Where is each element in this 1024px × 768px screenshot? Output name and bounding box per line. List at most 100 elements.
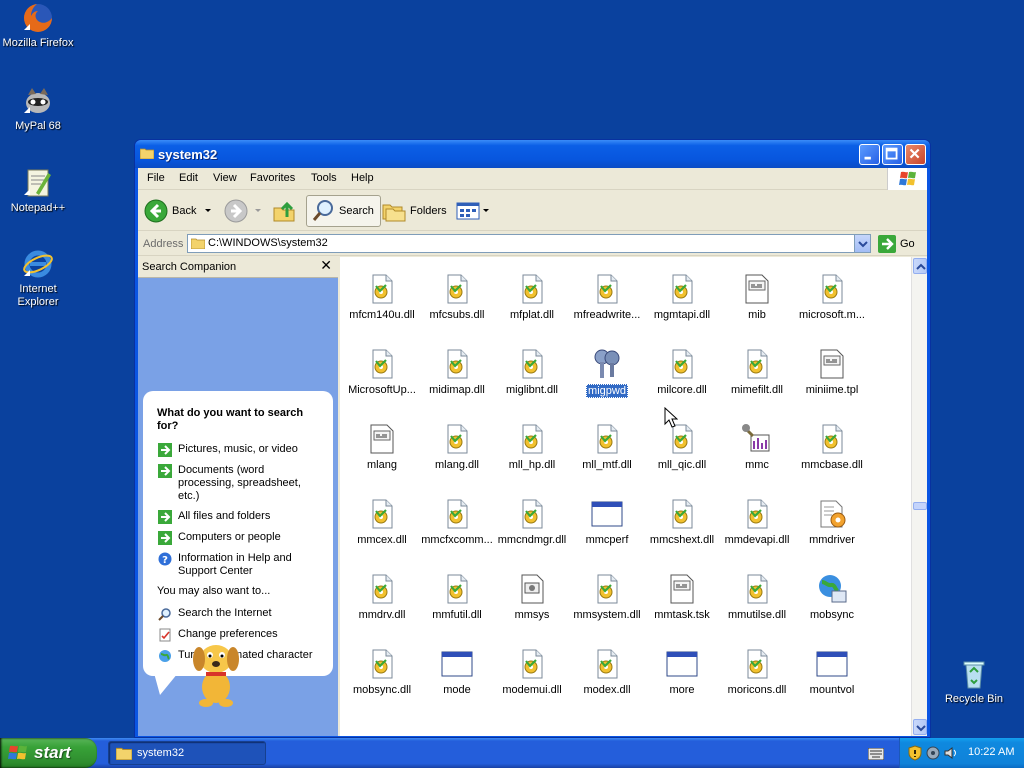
file-item[interactable]: mmcfxcomm... — [420, 498, 494, 546]
file-item[interactable]: mmcndmgr.dll — [495, 498, 569, 546]
file-item[interactable]: mmutilse.dll — [720, 573, 794, 621]
file-item[interactable]: milcore.dll — [645, 348, 719, 396]
search-internet-link[interactable]: Search the Internet — [158, 607, 318, 621]
maximize-button[interactable] — [882, 144, 903, 165]
file-item[interactable]: mfreadwrite... — [570, 273, 644, 321]
desktop-icon-mypal[interactable]: MyPal 68 — [0, 85, 76, 133]
file-item[interactable]: mfcm140u.dll — [345, 273, 419, 321]
chevron-down-icon[interactable] — [252, 207, 264, 215]
menu-edit[interactable]: Edit — [179, 172, 198, 184]
folders-button[interactable]: Folders — [382, 195, 447, 227]
back-button[interactable]: Back — [144, 195, 214, 227]
file-item[interactable]: mimefilt.dll — [720, 348, 794, 396]
start-button[interactable]: start — [0, 738, 97, 768]
file-name: mobsync — [809, 609, 855, 621]
file-item[interactable]: mlang.dll — [420, 423, 494, 471]
scroll-thumb[interactable] — [913, 502, 927, 510]
file-item[interactable]: mib — [720, 273, 794, 321]
file-item[interactable]: mountvol — [795, 648, 869, 696]
file-item[interactable]: migpwd — [570, 348, 644, 401]
search-option-documents[interactable]: Documents (word processing, spreadsheet,… — [158, 464, 318, 503]
taskbar-item-system32[interactable]: system32 — [108, 741, 266, 765]
file-name: mfcm140u.dll — [349, 309, 415, 321]
address-label: Address — [143, 238, 184, 250]
forward-button[interactable] — [224, 195, 264, 227]
chevron-down-icon[interactable] — [482, 207, 490, 215]
search-option-computers[interactable]: Computers or people — [158, 531, 318, 545]
file-item[interactable]: mgmtapi.dll — [645, 273, 719, 321]
network-icon[interactable] — [926, 746, 940, 760]
search-option-help[interactable]: ? Information in Help and Support Center — [158, 552, 318, 578]
file-item[interactable]: mmdrv.dll — [345, 573, 419, 621]
menu-tools[interactable]: Tools — [311, 172, 337, 184]
file-item[interactable]: mmcbase.dll — [795, 423, 869, 471]
file-name: mfplat.dll — [509, 309, 555, 321]
chevron-down-icon[interactable] — [202, 207, 214, 215]
search-question: What do you want to search for? — [157, 407, 304, 432]
folders-label: Folders — [410, 205, 447, 217]
file-item[interactable]: mll_hp.dll — [495, 423, 569, 471]
file-item[interactable]: mmc — [720, 423, 794, 471]
menu-view[interactable]: View — [213, 172, 237, 184]
search-option-pictures[interactable]: Pictures, music, or video — [158, 443, 318, 457]
minimize-button[interactable] — [859, 144, 880, 165]
scroll-up-button[interactable] — [913, 258, 927, 274]
desktop-icon-firefox[interactable]: Mozilla Firefox — [0, 2, 76, 50]
address-dropdown-button[interactable] — [854, 235, 870, 252]
file-item[interactable]: mmdevapi.dll — [720, 498, 794, 546]
vertical-scrollbar[interactable] — [911, 257, 927, 736]
security-shield-icon[interactable] — [908, 745, 922, 761]
file-item[interactable]: mlang — [345, 423, 419, 471]
search-button[interactable]: Search — [306, 195, 381, 227]
search-option-all-files[interactable]: All files and folders — [158, 510, 318, 524]
file-item[interactable]: MicrosoftUp... — [345, 348, 419, 396]
file-item[interactable]: moricons.dll — [720, 648, 794, 696]
file-item[interactable]: mfplat.dll — [495, 273, 569, 321]
volume-icon[interactable] — [944, 746, 958, 760]
file-item[interactable]: midimap.dll — [420, 348, 494, 396]
search-dog-icon[interactable] — [188, 635, 244, 707]
file-item[interactable]: mobsync.dll — [345, 648, 419, 696]
file-item[interactable]: mmsys — [495, 573, 569, 621]
title-bar[interactable]: system32 — [135, 140, 930, 168]
close-pane-button[interactable]: ✕ — [320, 258, 332, 274]
file-item[interactable]: mmdriver — [795, 498, 869, 546]
menu-favorites[interactable]: Favorites — [250, 172, 295, 184]
file-item[interactable]: mmfutil.dll — [420, 573, 494, 621]
desktop-icon-notepadpp[interactable]: Notepad++ — [0, 167, 76, 215]
up-folder-button[interactable] — [272, 195, 296, 227]
menu-help[interactable]: Help — [351, 172, 374, 184]
file-item[interactable]: mmsystem.dll — [570, 573, 644, 621]
file-item[interactable]: mmtask.tsk — [645, 573, 719, 621]
search-companion-pane: Search Companion ✕ What do you want to s… — [138, 257, 338, 736]
file-item[interactable]: microsoft.m... — [795, 273, 869, 321]
address-input[interactable]: C:\WINDOWS\system32 — [187, 234, 871, 253]
file-item[interactable]: mmcperf — [570, 498, 644, 546]
file-item[interactable]: modex.dll — [570, 648, 644, 696]
close-button[interactable] — [905, 144, 926, 165]
file-item[interactable]: mmcex.dll — [345, 498, 419, 546]
views-button[interactable] — [456, 195, 490, 227]
file-item[interactable]: mll_qic.dll — [645, 423, 719, 471]
menu-file[interactable]: File — [147, 172, 165, 184]
file-item[interactable]: miniime.tpl — [795, 348, 869, 396]
cpl-file-icon — [516, 573, 548, 605]
desktop-icon-label: Mozilla Firefox — [2, 37, 74, 49]
scroll-down-button[interactable] — [913, 719, 927, 735]
file-item[interactable]: modemui.dll — [495, 648, 569, 696]
desktop-icon-recycle-bin[interactable]: Recycle Bin — [936, 658, 1012, 706]
file-item[interactable]: mfcsubs.dll — [420, 273, 494, 321]
file-item[interactable]: mobsync — [795, 573, 869, 621]
file-item[interactable]: mode — [420, 648, 494, 696]
keyboard-icon[interactable] — [868, 748, 884, 760]
file-item[interactable]: miglibnt.dll — [495, 348, 569, 396]
dll-file-icon — [666, 348, 698, 380]
preferences-icon — [159, 628, 171, 642]
go-button[interactable]: Go — [878, 235, 915, 253]
file-name: milcore.dll — [657, 384, 707, 396]
file-item[interactable]: more — [645, 648, 719, 696]
file-item[interactable]: mmcshext.dll — [645, 498, 719, 546]
file-name: mmcex.dll — [357, 534, 407, 546]
file-item[interactable]: mll_mtf.dll — [570, 423, 644, 471]
desktop-icon-ie[interactable]: Internet Explorer — [0, 248, 76, 309]
